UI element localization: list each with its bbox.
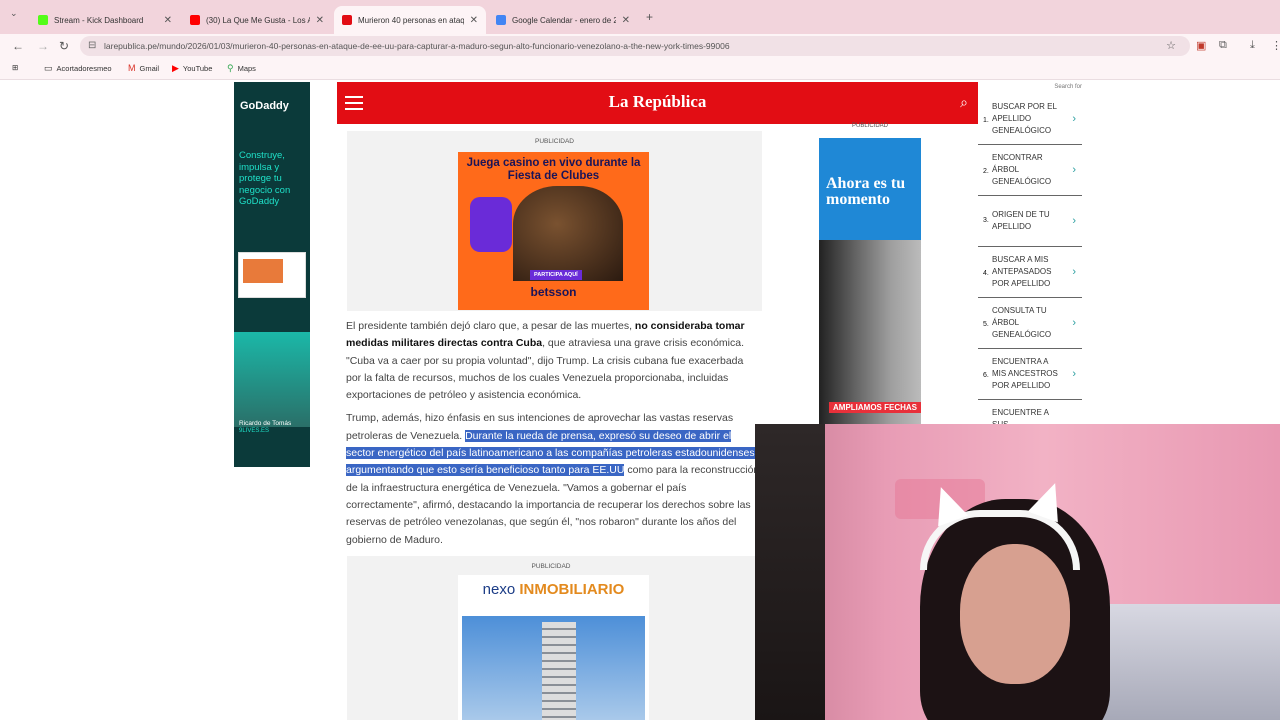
extensions-puzzle-icon[interactable]: ⧉ xyxy=(1219,39,1227,52)
tab-youtube[interactable]: (30) La Que Me Gusta - Los Am ✕ xyxy=(182,6,332,34)
ad-box-top: PUBLICIDAD Juega casino en vivo durante … xyxy=(347,131,762,311)
betsson-cta-button[interactable]: PARTICIPA AQUÍ xyxy=(530,270,582,280)
chevron-right-icon: › xyxy=(1072,266,1076,278)
list-item[interactable]: 5. CONSULTA TU ÁRBOL GENEALÓGICO › xyxy=(978,298,1082,349)
kick-icon xyxy=(38,15,48,25)
url-text: larepublica.pe/mundo/2026/01/03/murieron… xyxy=(104,41,730,51)
nexo-logo: nexo INMOBILIARIO xyxy=(482,581,625,598)
left-ad-site: 9LIVES.ES xyxy=(239,428,270,434)
ad-box-bottom: PUBLICIDAD nexo INMOBILIARIO xyxy=(347,556,755,720)
tab-calendar[interactable]: Google Calendar - enero de 20 ✕ xyxy=(488,6,638,34)
ad-label: PUBLICIDAD xyxy=(851,123,888,129)
menu-icon[interactable]: ⋮ xyxy=(1271,39,1280,52)
chevron-right-icon: › xyxy=(1072,215,1076,227)
article-paragraph: Trump, además, hizo énfasis en sus inten… xyxy=(346,412,760,546)
bookmark-maps[interactable]: ⚲ Maps xyxy=(227,63,256,74)
right-ad-image xyxy=(819,240,921,425)
youtube-icon: ▶ xyxy=(172,63,179,73)
bookmark-gmail[interactable]: M Gmail xyxy=(128,63,159,73)
chevron-right-icon: › xyxy=(1072,113,1076,125)
close-icon[interactable]: ✕ xyxy=(622,15,630,26)
chevron-right-icon: › xyxy=(1072,368,1076,380)
reload-icon[interactable]: ↻ xyxy=(59,39,69,53)
forward-icon[interactable]: → xyxy=(37,39,49,53)
site-header: La República ⌕ xyxy=(337,82,978,124)
larepublica-icon xyxy=(342,15,352,25)
betsson-ad[interactable]: Juega casino en vivo durante la Fiesta d… xyxy=(458,152,649,310)
folder-icon: ▭ xyxy=(44,63,53,73)
search-icon[interactable]: ⌕ xyxy=(960,94,968,111)
toolbar: ← → ↻ ⊟ larepublica.pe/mundo/2026/01/03/… xyxy=(0,34,1280,58)
site-info-icon[interactable]: ⊟ xyxy=(88,40,96,51)
list-item[interactable]: 1. BUSCAR POR EL APELLIDO GENEALÓGICO › xyxy=(978,94,1082,145)
maps-pin-icon: ⚲ xyxy=(227,63,234,73)
gmail-icon: M xyxy=(128,63,136,73)
tab-search-icon[interactable]: ⌄ xyxy=(10,8,18,19)
nexo-ad[interactable]: nexo INMOBILIARIO xyxy=(458,575,649,720)
list-item[interactable]: 4. BUSCAR A MIS ANTEPASADOS POR APELLIDO › xyxy=(978,247,1082,298)
list-item[interactable]: 2. ENCONTRAR ÁRBOL GENEALÓGICO › xyxy=(978,145,1082,196)
betsson-headline: Juega casino en vivo durante la Fiesta d… xyxy=(466,157,641,182)
list-item[interactable]: 3. ORIGEN DE TU APELLIDO › xyxy=(978,196,1082,247)
download-icon[interactable]: ⤓ xyxy=(1250,39,1255,52)
new-tab-icon[interactable]: + xyxy=(646,10,653,24)
article-body: El presidente también dejó claro que, a … xyxy=(346,318,760,555)
youtube-icon xyxy=(190,15,200,25)
site-logo[interactable]: La República xyxy=(337,92,978,112)
calendar-icon xyxy=(496,15,506,25)
tab-kick[interactable]: Stream - Kick Dashboard ✕ xyxy=(30,6,180,34)
betsson-logo: betsson xyxy=(530,285,577,299)
left-ad-image xyxy=(234,332,310,427)
article-paragraph: El presidente también dejó claro que, a … xyxy=(346,320,745,402)
list-item[interactable]: 6. ENCUENTRA A MIS ANCESTROS POR APELLIDO… xyxy=(978,349,1082,400)
ad-label: PUBLICIDAD xyxy=(534,138,574,145)
chevron-right-icon: › xyxy=(1072,164,1076,176)
right-ad-text: Ahora es tu momento xyxy=(826,175,906,208)
tab-larepublica[interactable]: Murieron 40 personas en ataq ✕ xyxy=(334,6,486,34)
betsson-people-image xyxy=(513,186,623,281)
left-ad-text: Construye, impulsa y protege tu negocio … xyxy=(239,150,291,207)
right-ad-banner: AMPLIAMOS FECHAS xyxy=(829,402,921,413)
close-icon[interactable]: ✕ xyxy=(316,15,324,26)
tab-bar: ⌄ Stream - Kick Dashboard ✕ (30) La Que … xyxy=(0,0,1280,34)
close-icon[interactable]: ✕ xyxy=(164,15,172,26)
left-ad-person: Ricardo de Tomás xyxy=(239,420,292,427)
betsson-graphic xyxy=(470,197,512,252)
right-ad[interactable]: Ahora es tu momento AMPLIAMOS FECHAS xyxy=(819,138,921,425)
webcam-overlay xyxy=(755,424,1280,720)
bookmarks-bar: ⊞ ▭ Acortadoresmeo M Gmail ▶ YouTube ⚲ Maps xyxy=(0,58,1280,80)
close-icon[interactable]: ✕ xyxy=(470,15,478,26)
bookmark-youtube[interactable]: ▶ YouTube xyxy=(172,63,212,74)
left-ad-card xyxy=(238,252,306,298)
bookmark-acortadores[interactable]: ▭ Acortadoresmeo xyxy=(44,63,112,74)
ad-label: PUBLICIDAD xyxy=(531,563,571,570)
left-ad[interactable]: GoDaddy Construye, impulsa y protege tu … xyxy=(234,82,310,467)
star-icon[interactable]: ☆ xyxy=(1166,39,1176,52)
apps-icon[interactable]: ⊞ xyxy=(12,63,18,72)
search-for-label: Search for xyxy=(1054,84,1082,90)
extension-icon[interactable]: ▣ xyxy=(1196,39,1206,52)
chevron-right-icon: › xyxy=(1072,317,1076,329)
address-bar[interactable]: ⊟ larepublica.pe/mundo/2026/01/03/murier… xyxy=(80,36,1190,56)
related-search-list: Search for 1. BUSCAR POR EL APELLIDO GENE… xyxy=(978,82,1082,429)
back-icon[interactable]: ← xyxy=(12,39,24,53)
nexo-building-image xyxy=(462,616,645,720)
godaddy-logo: GoDaddy xyxy=(240,100,289,112)
